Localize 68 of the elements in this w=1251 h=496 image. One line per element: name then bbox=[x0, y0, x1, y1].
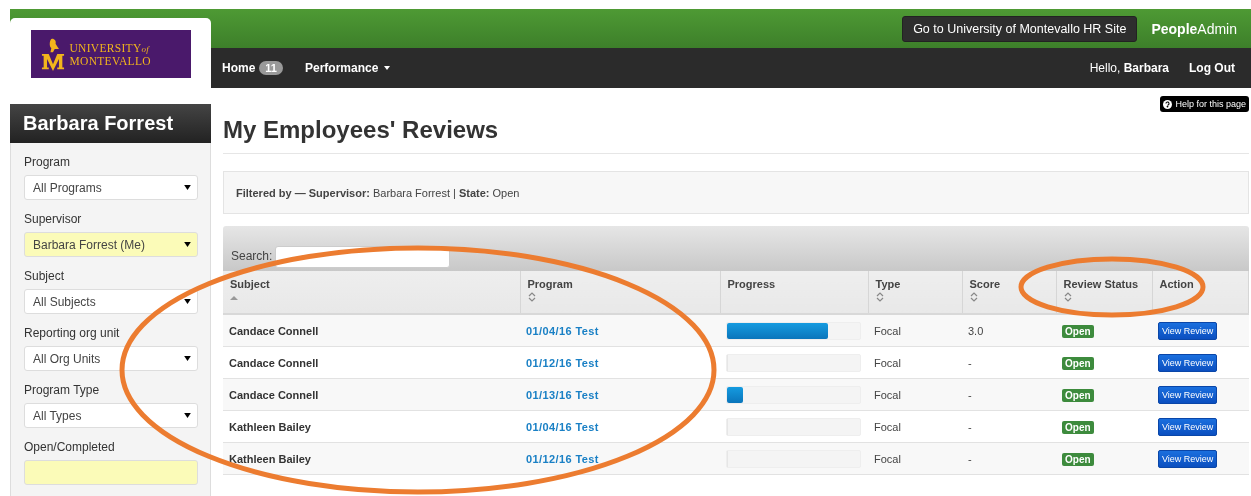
type-cell: Focal bbox=[868, 378, 962, 411]
score-cell: - bbox=[962, 346, 1056, 379]
status-badge: Open bbox=[1062, 356, 1094, 370]
program-link[interactable]: 01/04/16 Test bbox=[526, 324, 599, 337]
score-cell: - bbox=[962, 442, 1056, 475]
program-link[interactable]: 01/12/16 Test bbox=[526, 452, 599, 465]
status-badge: Open bbox=[1062, 420, 1094, 434]
column-header[interactable]: Score bbox=[962, 271, 1056, 314]
filter-label: Program Type bbox=[24, 383, 101, 397]
score-cell: - bbox=[962, 410, 1056, 443]
view-review-button[interactable]: View Review bbox=[1158, 385, 1218, 404]
hr-site-button[interactable]: Go to University of Montevallo HR Site bbox=[902, 15, 1138, 42]
type-cell: Focal bbox=[868, 442, 962, 475]
score-cell: 3.0 bbox=[962, 314, 1056, 347]
filter-label: Program bbox=[24, 155, 71, 169]
search-label: Search: bbox=[231, 249, 273, 263]
subject-cell: Kathleen Bailey bbox=[223, 442, 520, 475]
status-badge: Open bbox=[1062, 452, 1094, 466]
view-review-button[interactable]: View Review bbox=[1158, 353, 1218, 372]
subject-cell: Candace Connell bbox=[223, 378, 520, 411]
score-cell: - bbox=[962, 378, 1056, 411]
filter-label: Open/Completed bbox=[24, 440, 116, 454]
bird-monogram-icon bbox=[39, 37, 66, 71]
logo-text-montevallo: MONTEVALLO bbox=[69, 54, 151, 67]
caret-icon bbox=[184, 356, 191, 361]
university-logo[interactable]: UNIVERSITYof MONTEVALLO bbox=[30, 30, 191, 78]
view-review-button[interactable]: View Review bbox=[1158, 417, 1218, 436]
caret-icon bbox=[184, 299, 191, 304]
filter-summary: Filtered by — Supervisor: Barbara Forrest | State: Open bbox=[236, 186, 520, 199]
nav-link[interactable]: Home 11 bbox=[222, 61, 283, 75]
filter-label: Supervisor bbox=[24, 212, 83, 226]
help-icon bbox=[1163, 99, 1173, 109]
logo-text-university: UNIVERSITYof bbox=[69, 41, 151, 55]
subject-cell: Candace Connell bbox=[223, 346, 520, 379]
program-link[interactable]: 01/12/16 Test bbox=[526, 356, 599, 369]
column-header[interactable]: Type bbox=[868, 271, 962, 314]
caret-icon bbox=[184, 413, 191, 418]
page-title: My Employees' Reviews bbox=[223, 116, 1249, 154]
filter-dropdown[interactable]: Barbara Forrest (Me) bbox=[24, 232, 198, 257]
column-header[interactable]: Program bbox=[520, 271, 720, 314]
program-link[interactable]: 01/13/16 Test bbox=[526, 388, 599, 401]
filter-dropdown[interactable]: All Subjects bbox=[24, 289, 198, 314]
filter-dropdown[interactable]: All Types bbox=[24, 403, 198, 428]
sidebar-title: Barbara Forrest bbox=[10, 104, 211, 143]
column-header[interactable]: Subject bbox=[223, 271, 520, 314]
logout-link[interactable]: Log Out bbox=[1189, 61, 1235, 75]
view-review-button[interactable]: View Review bbox=[1158, 321, 1218, 340]
column-header[interactable]: Progress bbox=[720, 271, 868, 314]
program-link[interactable]: 01/04/16 Test bbox=[526, 420, 599, 433]
caret-icon bbox=[184, 242, 191, 247]
type-cell: Focal bbox=[868, 346, 962, 379]
nav-link[interactable]: Performance bbox=[305, 61, 391, 75]
status-badge: Open bbox=[1062, 324, 1094, 338]
column-header[interactable]: Review Status bbox=[1056, 271, 1152, 314]
status-badge: Open bbox=[1062, 388, 1094, 402]
caret-icon bbox=[184, 185, 191, 190]
filter-label: Reporting org unit bbox=[24, 326, 121, 340]
filter-label: Subject bbox=[24, 269, 66, 283]
greeting-text: Hello, Barbara bbox=[1089, 61, 1169, 75]
view-review-button[interactable]: View Review bbox=[1158, 449, 1218, 468]
brand-name: PeopleAdmin bbox=[1151, 20, 1237, 37]
type-cell: Focal bbox=[868, 410, 962, 443]
type-cell: Focal bbox=[868, 314, 962, 347]
help-link[interactable]: Help for this page bbox=[1160, 96, 1249, 112]
filter-dropdown[interactable]: All Org Units bbox=[24, 346, 198, 371]
filter-dropdown[interactable]: All Programs bbox=[24, 175, 198, 200]
subject-cell: Kathleen Bailey bbox=[223, 410, 520, 443]
subject-cell: Candace Connell bbox=[223, 314, 520, 347]
